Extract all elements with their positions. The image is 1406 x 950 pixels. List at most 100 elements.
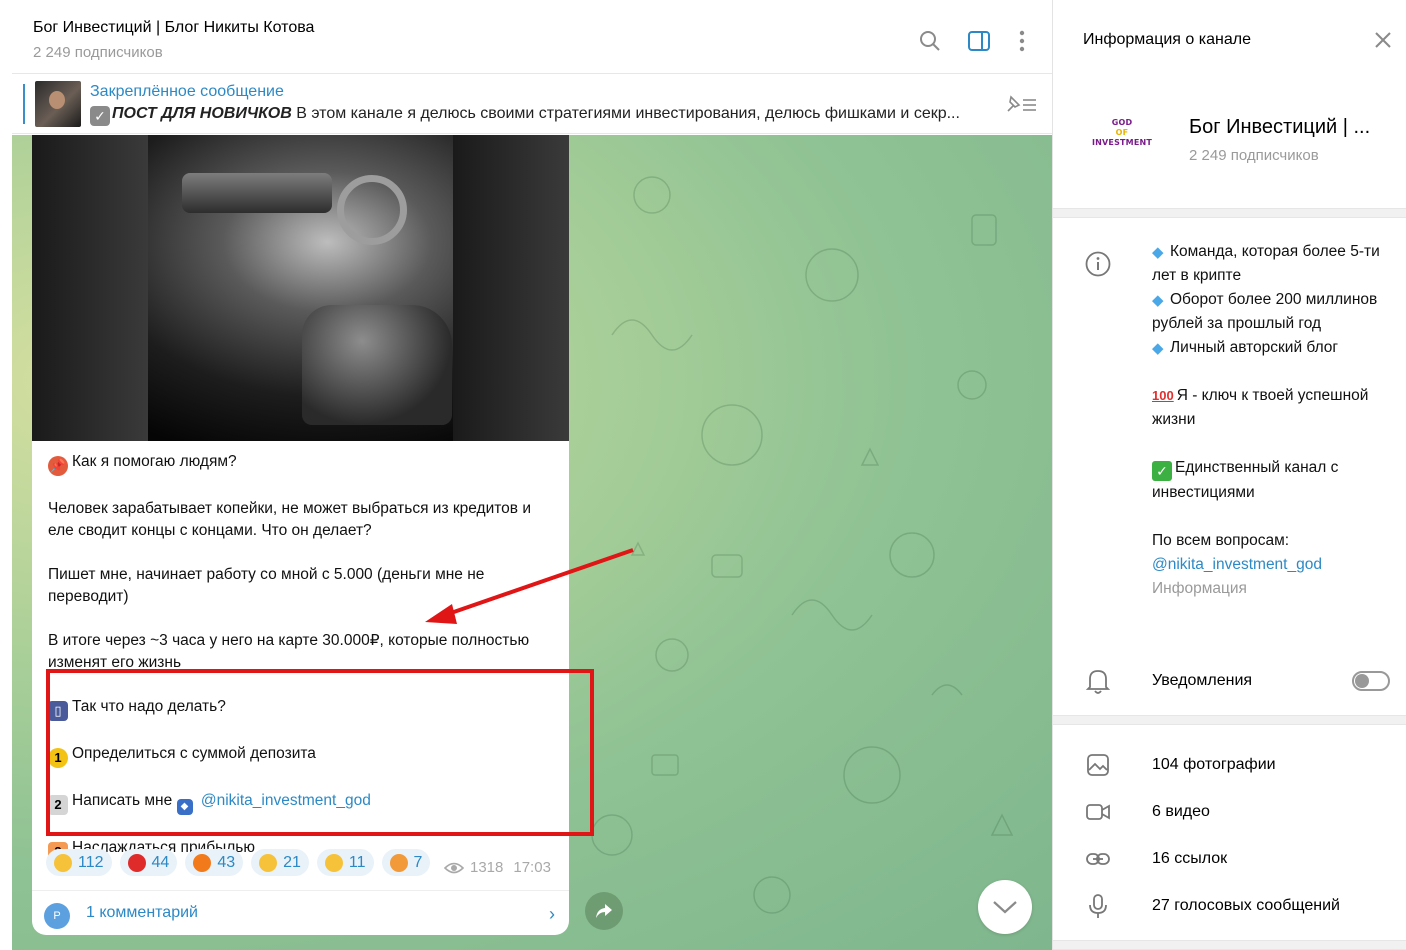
avatar-line-1: GOD — [1111, 118, 1133, 127]
desc-link[interactable]: @nikita_investment_god — [1152, 553, 1392, 577]
section-separator — [1053, 940, 1406, 950]
check-icon: ✓ — [90, 106, 110, 126]
notifications-label: Уведомления — [1152, 672, 1253, 689]
channel-avatar[interactable]: GOD OF INVESTMENT — [1086, 97, 1158, 169]
message-photo[interactable] — [32, 135, 569, 441]
desc-text-5: Единственный канал с инвестициями — [1152, 459, 1339, 501]
pinned-body: В этом канале я делюсь своими стратегиям… — [291, 105, 960, 122]
desc-line-1: ◆ Команда, которая более 5-ти лет в крипт… — [1152, 240, 1392, 288]
channel-info-panel: Информация о канале GOD OF INVESTMENT Бо… — [1053, 0, 1406, 950]
laugh-icon — [54, 853, 72, 872]
section-separator — [1053, 715, 1406, 725]
heart-icon — [127, 853, 146, 872]
notifications-toggle[interactable] — [1352, 671, 1390, 691]
avatar-line-3: INVESTMENT — [1091, 138, 1153, 147]
close-icon[interactable] — [1371, 28, 1395, 52]
checkmark-icon: ✓ — [1152, 461, 1172, 481]
section-separator — [1053, 208, 1406, 218]
toggle-knob — [1355, 674, 1369, 688]
media-links-row[interactable]: 16 ссылок — [1053, 839, 1406, 879]
reaction-clap[interactable]: 21 — [251, 849, 309, 876]
reaction-love-face[interactable]: 7 — [381, 849, 431, 876]
avatar-line-2: OF — [1115, 128, 1129, 137]
diamond-icon: ◆ — [1152, 340, 1164, 357]
more-vertical-icon[interactable] — [1009, 28, 1035, 54]
pushpin-icon: 📌 — [48, 456, 68, 476]
diamond-icon: ◆ — [1152, 292, 1164, 309]
msg-paragraph-3: В итоге через ~3 часа у него на карте 30… — [48, 632, 530, 671]
media-voice-row[interactable]: 27 голосовых сообщений — [1053, 886, 1406, 926]
desc-line-6: По всем вопросам: — [1152, 532, 1290, 549]
search-icon[interactable] — [917, 28, 943, 54]
msg-heading-row: 📌 Как я помогаю людям? — [48, 451, 553, 476]
panel-title: Информация о канале — [1083, 31, 1251, 48]
pinned-message-bar[interactable]: Закреплённое сообщение ✓ ПОСТ ДЛЯ НОВИЧКО… — [12, 75, 1052, 134]
photo-steering-wheel — [337, 175, 407, 245]
diamond-icon: ◆ — [1152, 244, 1164, 261]
chat-subscribers: 2 249 подписчиков — [33, 44, 163, 61]
bell-icon — [1085, 667, 1111, 695]
desc-sublabel: Информация — [1152, 580, 1247, 597]
reaction-thumbs-up[interactable]: 11 — [316, 849, 374, 876]
love-face-icon — [389, 853, 408, 872]
photo-icon — [1085, 752, 1111, 778]
share-button[interactable] — [585, 892, 623, 930]
msg-heading: Как я помогаю людям? — [72, 453, 237, 470]
thumbs-up-icon — [324, 853, 343, 872]
chat-header[interactable]: Бог Инвестиций | Блог Никиты Котова 2 24… — [12, 6, 1052, 74]
desc-line-2: ◆ Оборот более 200 миллинов рублей за про… — [1152, 288, 1392, 336]
msg-paragraph-2: Пишет мне, начинает работу со мной с 5.0… — [48, 566, 485, 605]
reaction-count: 112 — [78, 853, 104, 871]
desc-text-4: Я - ключ к твоей успешной жизни — [1152, 387, 1369, 428]
channel-subscribers: 2 249 подписчиков — [1189, 147, 1319, 164]
reaction-heart[interactable]: 44 — [119, 849, 178, 876]
pinned-indicator — [23, 84, 25, 124]
photo-seat — [302, 305, 452, 425]
msg-paragraph-1: Человек зарабатывает копейки, не может в… — [48, 500, 531, 539]
message-meta: 1318 17:03 — [444, 859, 551, 876]
clap-icon — [259, 853, 278, 872]
sidebar-toggle-icon[interactable] — [966, 28, 992, 54]
info-icon — [1085, 251, 1111, 277]
comments-button[interactable]: P 1 комментарий › — [32, 890, 569, 935]
video-icon — [1085, 799, 1111, 825]
message-time: 17:03 — [513, 859, 551, 876]
photo-dashboard — [182, 173, 332, 213]
pinned-bold: ПОСТ ДЛЯ НОВИЧКОВ — [112, 105, 292, 122]
notifications-row[interactable]: Уведомления — [1053, 662, 1406, 702]
commenter-avatar: P — [44, 903, 70, 929]
reaction-count: 43 — [217, 853, 236, 871]
pinned-thumbnail — [35, 81, 81, 127]
desc-text-2: Оборот более 200 миллинов рублей за прош… — [1152, 291, 1378, 332]
telegram-window: Бог Инвестиций | Блог Никиты Котова 2 24… — [0, 0, 1406, 950]
reaction-count: 11 — [348, 853, 366, 871]
desc-text-1: Команда, которая более 5-ти лет в крипте — [1152, 243, 1380, 284]
reaction-count: 21 — [283, 853, 301, 871]
desc-text-3: Личный авторский блог — [1170, 339, 1339, 356]
comments-label: 1 комментарий — [86, 904, 198, 921]
share-arrow-icon — [596, 904, 612, 918]
fire-icon — [193, 853, 212, 872]
chevron-down-icon — [993, 901, 1017, 914]
media-photos-row[interactable]: 104 фотографии — [1053, 745, 1406, 785]
chat-title[interactable]: Бог Инвестиций | Блог Никиты Котова — [33, 19, 314, 37]
pin-list-icon[interactable] — [1004, 93, 1038, 115]
reaction-count: 7 — [413, 853, 423, 871]
hundred-icon: 100 — [1152, 388, 1174, 403]
media-voice-label: 27 голосовых сообщений — [1152, 897, 1340, 914]
microphone-icon — [1085, 893, 1111, 919]
scroll-down-button[interactable] — [978, 880, 1032, 934]
media-videos-row[interactable]: 6 видео — [1053, 792, 1406, 832]
channel-description: ◆ Команда, которая более 5-ти лет в крипт… — [1152, 240, 1392, 601]
pinned-label: Закреплённое сообщение — [90, 83, 284, 100]
link-icon — [1085, 846, 1111, 872]
reaction-fire[interactable]: 43 — [185, 849, 244, 876]
eye-icon — [444, 862, 464, 873]
reaction-laugh[interactable]: 112 — [46, 849, 112, 876]
desc-line-5: ✓ Единственный канал с инвестициями — [1152, 456, 1392, 505]
desc-line-3: ◆ Личный авторский блог — [1152, 336, 1392, 360]
photo-left-border — [32, 135, 148, 441]
view-count: 1318 — [470, 859, 504, 876]
annotation-box — [46, 669, 594, 836]
photo-right-border — [453, 135, 569, 441]
